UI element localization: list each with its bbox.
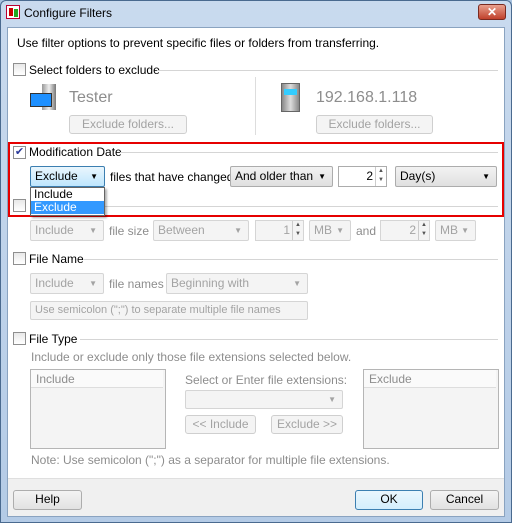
file-size-min-unit-dropdown[interactable]: MB ▼ [309,220,351,241]
help-button[interactable]: Help [13,490,82,510]
file-size-max-unit-dropdown[interactable]: MB ▼ [435,220,476,241]
local-exclude-folders-button[interactable]: Exclude folders... [69,115,187,134]
cancel-button[interactable]: Cancel [430,490,499,510]
file-size-mode-dropdown[interactable]: Include ▼ [30,220,104,241]
include-list-header: Include [31,370,163,388]
file-type-description: Include or exclude only those file exten… [31,350,352,364]
folder-divider [255,77,256,135]
file-name-checkbox[interactable] [13,252,26,265]
remote-exclude-folders-button[interactable]: Exclude folders... [316,115,433,134]
exclude-extensions-list[interactable]: Exclude [363,369,499,449]
and-text: and [356,224,377,238]
divider [120,152,498,153]
file-name-match-dropdown[interactable]: Beginning with ▼ [166,273,308,294]
exclude-extension-button[interactable]: Exclude >> [271,415,343,434]
include-extension-button[interactable]: << Include [185,415,256,434]
file-type-note: Note: Use semicolon (";") as a separator… [31,453,390,467]
file-type-checkbox[interactable] [13,332,26,345]
remote-server-name: 192.168.1.118 [316,89,418,106]
mod-date-mode-dropdown-list: Include Exclude [30,187,105,216]
mod-date-unit-dropdown[interactable]: Day(s) ▼ [395,166,497,187]
file-size-max-stepper[interactable]: 2 ▲ ▼ [380,220,430,241]
file-type-label: File Type [29,332,78,346]
mod-date-comparison-dropdown[interactable]: And older than ▼ [230,166,333,187]
server-icon [281,83,300,112]
chevron-down-icon: ▼ [90,172,98,181]
file-size-text: file size [109,224,150,238]
computer-icon [30,84,60,112]
file-name-mode-dropdown[interactable]: Include ▼ [30,273,104,294]
chevron-down-icon: ▼ [318,172,326,181]
file-name-label: File Name [29,252,84,266]
include-extensions-list[interactable]: Include [30,369,166,449]
chevron-down-icon: ▼ [482,172,490,181]
spin-arrows-icon[interactable]: ▲ ▼ [292,221,303,240]
spin-arrows-icon[interactable]: ▲ ▼ [418,221,429,240]
extensions-combo[interactable]: ▼ [185,390,343,409]
mod-date-text: files that have changed [110,170,234,184]
select-folders-checkbox[interactable] [13,63,26,76]
file-name-text: file names [109,277,164,291]
close-icon: ✕ [486,5,498,19]
intro-text: Use filter options to prevent specific f… [17,36,380,50]
app-icon [6,5,20,19]
mod-date-amount-stepper[interactable]: 2 ▲ ▼ [338,166,387,187]
exclude-list-header: Exclude [364,370,496,388]
spin-arrows-icon[interactable]: ▲ ▼ [375,167,386,186]
file-size-min-stepper[interactable]: 1 ▲ ▼ [255,220,304,241]
divider [80,339,498,340]
dropdown-option-exclude[interactable]: Exclude [31,201,104,214]
mod-date-mode-dropdown[interactable]: Exclude ▼ [30,166,105,187]
modification-date-label: Modification Date [29,145,122,159]
modification-date-checkbox[interactable]: ✔ [13,146,26,159]
close-button[interactable]: ✕ [478,4,506,20]
window-title: Configure Filters [24,6,113,20]
select-folders-label: Select folders to exclude [29,63,160,77]
ok-button[interactable]: OK [355,490,423,510]
divider [84,259,498,260]
file-names-input[interactable]: Use semicolon (";") to separate multiple… [30,301,308,320]
select-extensions-label: Select or Enter file extensions: [185,373,348,387]
file-size-comparison-dropdown[interactable]: Between ▼ [153,220,249,241]
local-computer-name: Tester [69,89,113,106]
divider [157,70,498,71]
